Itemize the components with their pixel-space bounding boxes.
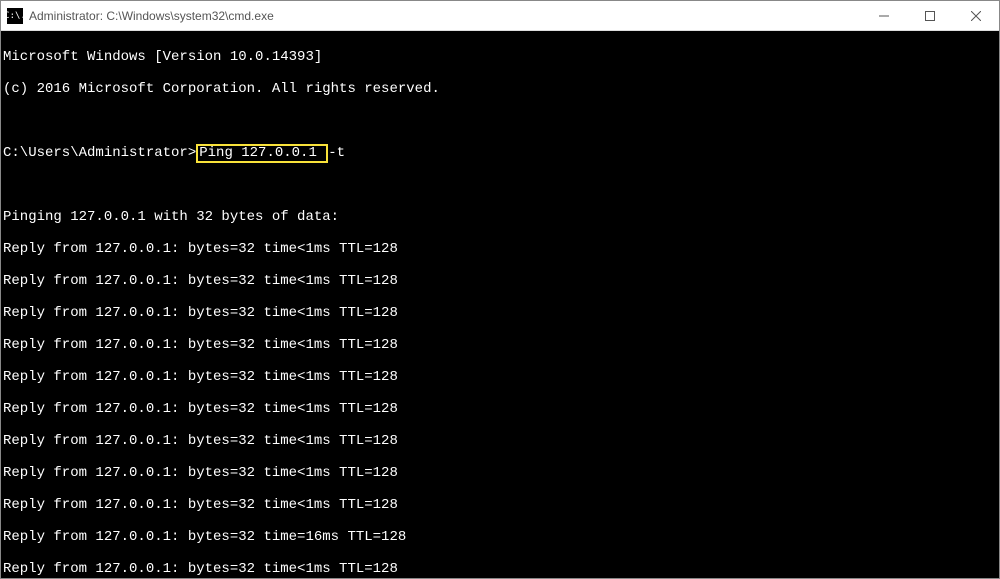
reply-line: Reply from 127.0.0.1: bytes=32 time<1ms …: [3, 273, 997, 289]
reply-line: Reply from 127.0.0.1: bytes=32 time=16ms…: [3, 529, 997, 545]
window-controls: [861, 1, 999, 30]
command-highlight: Ping 127.0.0.1: [196, 144, 328, 163]
blank-line: [3, 177, 997, 193]
blank-line: [3, 113, 997, 129]
reply-line: Reply from 127.0.0.1: bytes=32 time<1ms …: [3, 433, 997, 449]
pinging-header: Pinging 127.0.0.1 with 32 bytes of data:: [3, 209, 997, 225]
terminal-output[interactable]: Microsoft Windows [Version 10.0.14393] (…: [1, 31, 999, 578]
reply-line: Reply from 127.0.0.1: bytes=32 time<1ms …: [3, 337, 997, 353]
prompt-line: C:\Users\Administrator>Ping 127.0.0.1 -t: [3, 145, 997, 161]
reply-line: Reply from 127.0.0.1: bytes=32 time<1ms …: [3, 561, 997, 577]
os-version-line: Microsoft Windows [Version 10.0.14393]: [3, 49, 997, 65]
command-suffix: -t: [328, 145, 345, 161]
cmd-window: C:\. Administrator: C:\Windows\system32\…: [0, 0, 1000, 579]
reply-line: Reply from 127.0.0.1: bytes=32 time<1ms …: [3, 305, 997, 321]
reply-line: Reply from 127.0.0.1: bytes=32 time<1ms …: [3, 241, 997, 257]
window-title: Administrator: C:\Windows\system32\cmd.e…: [29, 9, 861, 23]
reply-line: Reply from 127.0.0.1: bytes=32 time<1ms …: [3, 369, 997, 385]
close-button[interactable]: [953, 1, 999, 30]
reply-line: Reply from 127.0.0.1: bytes=32 time<1ms …: [3, 497, 997, 513]
titlebar[interactable]: C:\. Administrator: C:\Windows\system32\…: [1, 1, 999, 31]
prompt-prefix: C:\Users\Administrator>: [3, 145, 196, 161]
reply-line: Reply from 127.0.0.1: bytes=32 time<1ms …: [3, 465, 997, 481]
reply-line: Reply from 127.0.0.1: bytes=32 time<1ms …: [3, 401, 997, 417]
minimize-button[interactable]: [861, 1, 907, 30]
cmd-icon: C:\.: [7, 8, 23, 24]
copyright-line: (c) 2016 Microsoft Corporation. All righ…: [3, 81, 997, 97]
maximize-button[interactable]: [907, 1, 953, 30]
